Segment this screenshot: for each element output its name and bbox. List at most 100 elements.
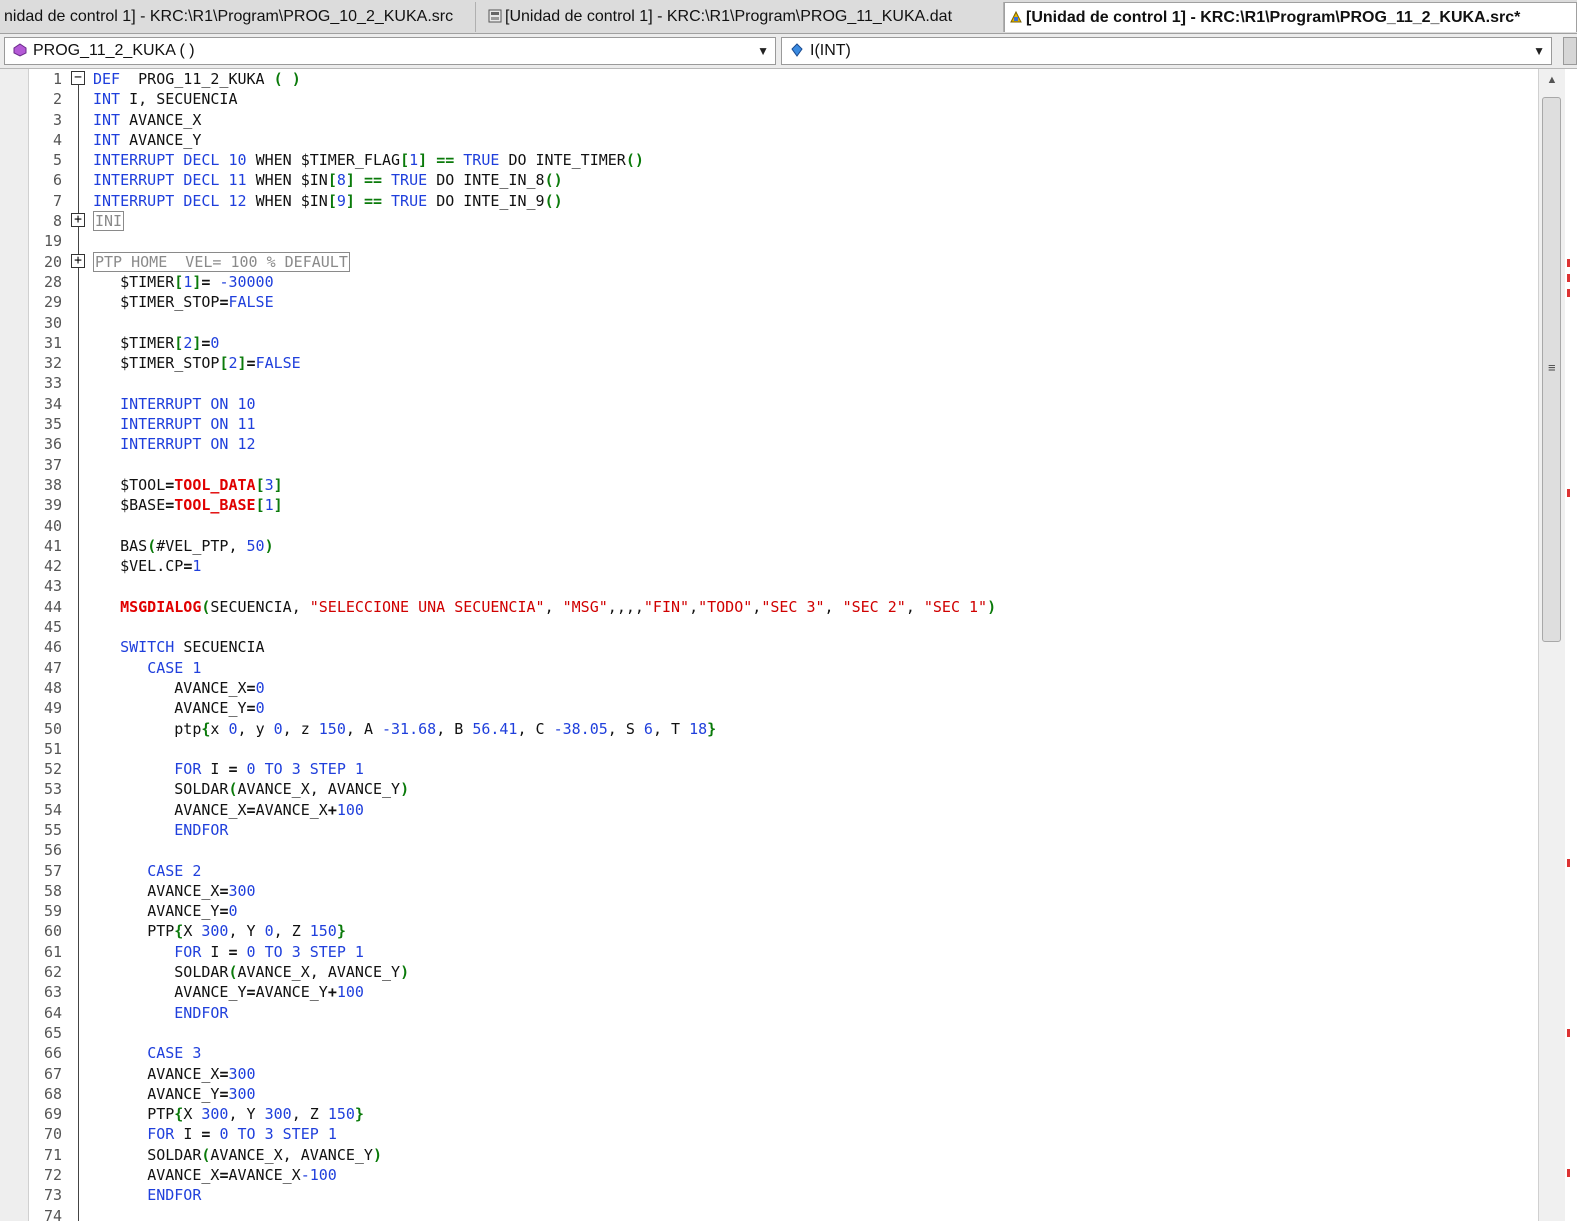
code-line[interactable]: 38 $TOOL=TOOL_DATA[3] — [0, 474, 1538, 496]
code-line[interactable]: 40 — [0, 515, 1538, 536]
code-line[interactable]: 28 $TIMER[1]= -30000 — [0, 271, 1538, 293]
code-line[interactable]: 60 PTP{X 300, Y 0, Z 150} — [0, 921, 1538, 942]
split-view-button[interactable] — [1563, 37, 1577, 65]
folded-block[interactable]: INI — [93, 211, 125, 232]
fold-guide — [78, 738, 79, 760]
code-line[interactable]: 56 — [0, 840, 1538, 861]
code-line[interactable]: 55 ENDFOR — [0, 819, 1538, 841]
code-text: CASE 1 — [147, 658, 202, 677]
code-line[interactable]: 20 + PTP HOME VEL= 100 % DEFAULT — [0, 251, 1538, 273]
code-line[interactable]: 30 — [0, 312, 1538, 333]
fold-guide — [78, 860, 79, 881]
code-line[interactable]: 8 + INI — [0, 211, 1538, 233]
expand-fold-icon[interactable]: + — [71, 213, 85, 228]
expand-fold-icon[interactable]: + — [71, 253, 85, 268]
code-text: CASE 3 — [147, 1044, 202, 1063]
fold-guide — [78, 474, 79, 496]
code-text: AVANCE_X=300 — [147, 881, 256, 900]
code-line[interactable]: 29 $TIMER_STOP=FALSE — [0, 292, 1538, 313]
code-line[interactable]: 61 FOR I = 0 TO 3 STEP 1 — [0, 941, 1538, 963]
code-line[interactable]: 57 CASE 2 — [0, 860, 1538, 881]
vertical-scrollbar[interactable]: ▲ ≡ — [1538, 69, 1565, 1221]
code-text: INTERRUPT DECL 10 WHEN $TIMER_FLAG[1] ==… — [93, 151, 644, 170]
code-line[interactable]: 35 INTERRUPT ON 11 — [0, 414, 1538, 435]
code-line[interactable]: 54 AVANCE_X=AVANCE_X+100 — [0, 799, 1538, 820]
code-line[interactable]: 66 CASE 3 — [0, 1043, 1538, 1064]
code-line[interactable]: 2 INT I, SECUENCIA — [0, 89, 1538, 110]
line-number: 59 — [43, 902, 62, 921]
code-line[interactable]: 1− DEF PROG_11_2_KUKA ( ) — [0, 69, 1538, 90]
line-number: 43 — [43, 577, 62, 596]
code-line[interactable]: 47 CASE 1 — [0, 657, 1538, 678]
folded-block[interactable]: PTP HOME VEL= 100 % DEFAULT — [93, 251, 350, 272]
code-line[interactable]: 33 — [0, 373, 1538, 394]
code-line[interactable]: 46 SWITCH SECUENCIA — [0, 637, 1538, 658]
code-line[interactable]: 71 SOLDAR(AVANCE_X, AVANCE_Y) — [0, 1144, 1538, 1166]
code-line[interactable]: 43 — [0, 576, 1538, 597]
code-line[interactable]: 48 AVANCE_X=0 — [0, 677, 1538, 699]
fold-guide — [78, 1043, 79, 1064]
code-line[interactable]: 68 AVANCE_Y=300 — [0, 1083, 1538, 1105]
line-number: 65 — [43, 1023, 62, 1042]
code-line[interactable]: 31 $TIMER[2]=0 — [0, 332, 1538, 354]
code-line[interactable]: 39 $BASE=TOOL_BASE[1] — [0, 495, 1538, 516]
code-line[interactable]: 50 ptp{x 0, y 0, z 150, A -31.68, B 56.4… — [0, 718, 1538, 739]
scroll-up-arrow-icon[interactable]: ▲ — [1539, 69, 1565, 91]
code-line[interactable]: 6 INTERRUPT DECL 11 WHEN $IN[8] == TRUE D… — [0, 170, 1538, 191]
code-line[interactable]: 74 — [0, 1205, 1538, 1221]
code-line[interactable]: 59 AVANCE_Y=0 — [0, 901, 1538, 922]
code-line[interactable]: 67 AVANCE_X=300 — [0, 1063, 1538, 1084]
code-line[interactable]: 5 INTERRUPT DECL 10 WHEN $TIMER_FLAG[1] =… — [0, 150, 1538, 171]
code-text: INT AVANCE_X — [93, 110, 202, 129]
code-line[interactable]: 36 INTERRUPT ON 12 — [0, 434, 1538, 455]
code-line[interactable]: 63 AVANCE_Y=AVANCE_Y+100 — [0, 982, 1538, 1003]
code-line[interactable]: 58 AVANCE_X=300 — [0, 880, 1538, 902]
tab-prog-11-2-src[interactable]: [Unidad de control 1] - KRC:\R1\Program\… — [1004, 2, 1577, 32]
line-number: 45 — [43, 618, 62, 637]
line-number: 51 — [43, 739, 62, 758]
code-line[interactable]: 45 — [0, 617, 1538, 638]
code-line[interactable]: 73 ENDFOR — [0, 1185, 1538, 1206]
code-text: CASE 2 — [147, 861, 202, 880]
code-line[interactable]: 65 — [0, 1022, 1538, 1044]
collapse-fold-icon[interactable]: − — [71, 71, 85, 85]
code-line[interactable]: 4 INT AVANCE_Y — [0, 129, 1538, 151]
tab-label: [Unidad de control 1] - KRC:\R1\Program\… — [505, 8, 953, 25]
code-line[interactable]: 64 ENDFOR — [0, 1002, 1538, 1023]
code-line[interactable]: 49 AVANCE_Y=0 — [0, 698, 1538, 719]
code-line[interactable]: 52 FOR I = 0 TO 3 STEP 1 — [0, 759, 1538, 780]
code-text: AVANCE_X=0 — [174, 678, 265, 697]
tab-prog-11-dat[interactable]: [Unidad de control 1] - KRC:\R1\Program\… — [484, 2, 1004, 32]
code-line[interactable]: 51 — [0, 738, 1538, 760]
tab-prog-10-2-src[interactable]: nidad de control 1] - KRC:\R1\Program\PR… — [0, 2, 476, 32]
code-line[interactable]: 62 SOLDAR(AVANCE_X, AVANCE_Y) — [0, 962, 1538, 983]
code-line[interactable]: 53 SOLDAR(AVANCE_X, AVANCE_Y) — [0, 779, 1538, 800]
code-line[interactable]: 41 BAS(#VEL_PTP, 50) — [0, 535, 1538, 557]
code-text: PTP{X 300, Y 0, Z 150} — [147, 922, 346, 941]
line-number: 42 — [43, 557, 62, 576]
variable-dropdown[interactable]: I(INT) ▼ — [781, 37, 1552, 65]
code-line[interactable]: 44 MSGDIALOG(SECUENCIA, "SELECCIONE UNA … — [0, 596, 1538, 618]
fold-guide — [78, 190, 79, 212]
line-number: 3 — [52, 110, 62, 129]
code-editor[interactable]: 1− DEF PROG_11_2_KUKA ( ) 2 INT I, SECUENCI… — [0, 69, 1538, 1221]
folded-block-label: INI — [93, 211, 125, 232]
code-line[interactable]: 37 — [0, 454, 1538, 475]
code-line[interactable]: 3 INT AVANCE_X — [0, 109, 1538, 130]
fold-guide — [78, 1144, 79, 1166]
code-line[interactable]: 69 PTP{X 300, Y 300, Z 150} — [0, 1104, 1538, 1125]
code-line[interactable]: 34 INTERRUPT ON 10 — [0, 393, 1538, 415]
code-line[interactable]: 32 $TIMER_STOP[2]=FALSE — [0, 353, 1538, 374]
code-line[interactable]: 72 AVANCE_X=AVANCE_X-100 — [0, 1165, 1538, 1186]
procedure-dropdown[interactable]: PROG_11_2_KUKA ( ) ▼ — [4, 37, 776, 65]
code-line[interactable]: 19 — [0, 231, 1538, 252]
code-line[interactable]: 7 INTERRUPT DECL 12 WHEN $IN[9] == TRUE D… — [0, 190, 1538, 212]
folded-block-label: PTP HOME VEL= 100 % DEFAULT — [93, 251, 350, 272]
line-number: 47 — [43, 658, 62, 677]
code-text: $TIMER_STOP=FALSE — [120, 293, 274, 312]
scrollbar-thumb[interactable]: ≡ — [1542, 97, 1561, 642]
line-number: 49 — [43, 699, 62, 718]
procedure-dropdown-value: PROG_11_2_KUKA ( ) — [33, 42, 195, 59]
code-line[interactable]: 42 $VEL.CP=1 — [0, 556, 1538, 577]
code-line[interactable]: 70 FOR I = 0 TO 3 STEP 1 — [0, 1124, 1538, 1145]
